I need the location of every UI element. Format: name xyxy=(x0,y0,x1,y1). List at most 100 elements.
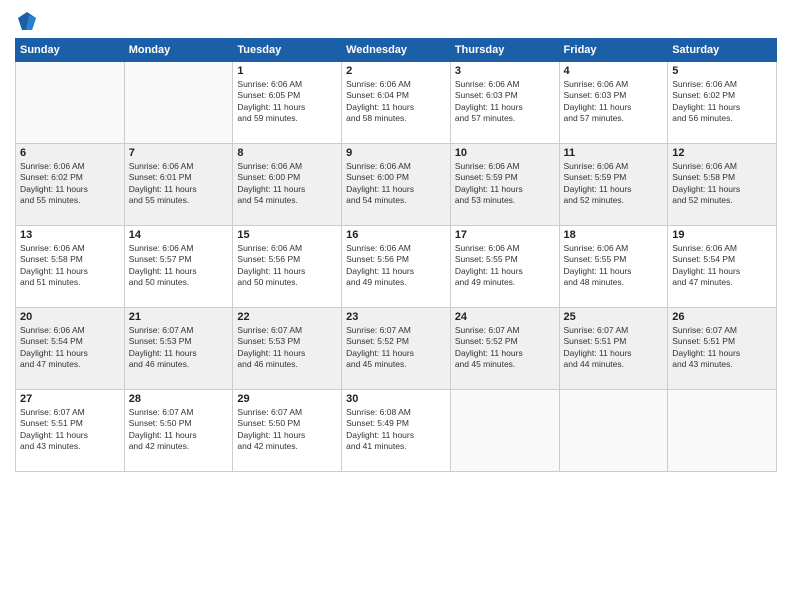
cell-info: Sunrise: 6:07 AMSunset: 5:50 PMDaylight:… xyxy=(129,407,229,453)
logo-icon xyxy=(16,10,38,32)
calendar-cell-3-2: 14 Sunrise: 6:06 AMSunset: 5:57 PMDayligh… xyxy=(124,226,233,308)
cell-info: Sunrise: 6:06 AMSunset: 5:55 PMDaylight:… xyxy=(455,243,555,289)
day-number: 9 xyxy=(346,147,446,159)
day-number: 28 xyxy=(129,393,229,405)
day-number: 24 xyxy=(455,311,555,323)
day-number: 21 xyxy=(129,311,229,323)
calendar-cell-4-5: 24Sunrise: 6:07 AMSunset: 5:52 PMDayligh… xyxy=(450,308,559,390)
logo xyxy=(15,10,38,30)
day-number: 27 xyxy=(20,393,120,405)
calendar-cell-2-6: 11 Sunrise: 6:06 AMSunset: 5:59 PMDayligh… xyxy=(559,144,668,226)
day-number: 5 xyxy=(672,65,772,77)
cell-info: Sunrise: 6:07 AMSunset: 5:52 PMDaylight:… xyxy=(346,325,446,371)
calendar-cell-2-7: 12 Sunrise: 6:06 AMSunset: 5:58 PMDayligh… xyxy=(668,144,777,226)
calendar-cell-1-3: 1Sunrise: 6:06 AMSunset: 6:05 PMDaylight… xyxy=(233,62,342,144)
day-number: 26 xyxy=(672,311,772,323)
cell-info: Sunrise: 6:06 AMSunset: 5:56 PMDaylight:… xyxy=(237,243,337,289)
calendar-cell-2-5: 10 Sunrise: 6:06 AMSunset: 5:59 PMDayligh… xyxy=(450,144,559,226)
calendar-cell-1-5: 3Sunrise: 6:06 AMSunset: 6:03 PMDaylight… xyxy=(450,62,559,144)
calendar-cell-1-4: 2 Sunrise: 6:06 AMSunset: 6:04 PMDaylight… xyxy=(342,62,451,144)
day-number: 8 xyxy=(237,147,337,159)
weekday-header-saturday: Saturday xyxy=(668,39,777,62)
day-number: 11 xyxy=(564,147,664,159)
calendar-cell-3-1: 13Sunrise: 6:06 AMSunset: 5:58 PMDayligh… xyxy=(16,226,125,308)
weekday-header-tuesday: Tuesday xyxy=(233,39,342,62)
calendar-cell-4-3: 22 Sunrise: 6:07 AMSunset: 5:53 PMDayligh… xyxy=(233,308,342,390)
day-number: 4 xyxy=(564,65,664,77)
cell-info: Sunrise: 6:07 AMSunset: 5:51 PMDaylight:… xyxy=(672,325,772,371)
day-number: 22 xyxy=(237,311,337,323)
calendar-cell-5-5 xyxy=(450,390,559,472)
page: SundayMondayTuesdayWednesdayThursdayFrid… xyxy=(0,0,792,612)
cell-info: Sunrise: 6:06 AMSunset: 5:59 PMDaylight:… xyxy=(564,161,664,207)
calendar-cell-3-6: 18Sunrise: 6:06 AMSunset: 5:55 PMDayligh… xyxy=(559,226,668,308)
cell-info: Sunrise: 6:07 AMSunset: 5:51 PMDaylight:… xyxy=(20,407,120,453)
cell-info: Sunrise: 6:06 AMSunset: 6:00 PMDaylight:… xyxy=(346,161,446,207)
cell-info: Sunrise: 6:07 AMSunset: 5:50 PMDaylight:… xyxy=(237,407,337,453)
day-number: 20 xyxy=(20,311,120,323)
calendar-cell-5-2: 28 Sunrise: 6:07 AMSunset: 5:50 PMDayligh… xyxy=(124,390,233,472)
calendar-cell-4-6: 25 Sunrise: 6:07 AMSunset: 5:51 PMDayligh… xyxy=(559,308,668,390)
calendar-cell-2-1: 6 Sunrise: 6:06 AMSunset: 6:02 PMDaylight… xyxy=(16,144,125,226)
calendar-cell-5-3: 29 Sunrise: 6:07 AMSunset: 5:50 PMDayligh… xyxy=(233,390,342,472)
calendar-cell-5-7 xyxy=(668,390,777,472)
weekday-header-wednesday: Wednesday xyxy=(342,39,451,62)
cell-info: Sunrise: 6:06 AMSunset: 5:54 PMDaylight:… xyxy=(672,243,772,289)
cell-info: Sunrise: 6:06 AMSunset: 6:04 PMDaylight:… xyxy=(346,79,446,125)
cell-info: Sunrise: 6:06 AMSunset: 5:56 PMDaylight:… xyxy=(346,243,446,289)
calendar-cell-2-3: 8 Sunrise: 6:06 AMSunset: 6:00 PMDaylight… xyxy=(233,144,342,226)
cell-info: Sunrise: 6:06 AMSunset: 5:54 PMDaylight:… xyxy=(20,325,120,371)
calendar-cell-5-1: 27 Sunrise: 6:07 AMSunset: 5:51 PMDayligh… xyxy=(16,390,125,472)
day-number: 15 xyxy=(237,229,337,241)
calendar-cell-1-1 xyxy=(16,62,125,144)
calendar-week-4: 20 Sunrise: 6:06 AMSunset: 5:54 PMDayligh… xyxy=(16,308,777,390)
day-number: 10 xyxy=(455,147,555,159)
cell-info: Sunrise: 6:07 AMSunset: 5:53 PMDaylight:… xyxy=(237,325,337,371)
cell-info: Sunrise: 6:06 AMSunset: 5:59 PMDaylight:… xyxy=(455,161,555,207)
day-number: 29 xyxy=(237,393,337,405)
weekday-header-monday: Monday xyxy=(124,39,233,62)
cell-info: Sunrise: 6:06 AMSunset: 5:57 PMDaylight:… xyxy=(129,243,229,289)
calendar-cell-4-4: 23Sunrise: 6:07 AMSunset: 5:52 PMDayligh… xyxy=(342,308,451,390)
cell-info: Sunrise: 6:06 AMSunset: 6:05 PMDaylight:… xyxy=(237,79,337,125)
weekday-header-friday: Friday xyxy=(559,39,668,62)
day-number: 16 xyxy=(346,229,446,241)
cell-info: Sunrise: 6:06 AMSunset: 6:01 PMDaylight:… xyxy=(129,161,229,207)
calendar-cell-4-2: 21 Sunrise: 6:07 AMSunset: 5:53 PMDayligh… xyxy=(124,308,233,390)
cell-info: Sunrise: 6:07 AMSunset: 5:51 PMDaylight:… xyxy=(564,325,664,371)
calendar-week-1: 1Sunrise: 6:06 AMSunset: 6:05 PMDaylight… xyxy=(16,62,777,144)
day-number: 18 xyxy=(564,229,664,241)
calendar-table: SundayMondayTuesdayWednesdayThursdayFrid… xyxy=(15,38,777,472)
calendar-week-5: 27 Sunrise: 6:07 AMSunset: 5:51 PMDayligh… xyxy=(16,390,777,472)
calendar-cell-2-2: 7 Sunrise: 6:06 AMSunset: 6:01 PMDaylight… xyxy=(124,144,233,226)
day-number: 7 xyxy=(129,147,229,159)
day-number: 25 xyxy=(564,311,664,323)
calendar-cell-5-6 xyxy=(559,390,668,472)
day-number: 6 xyxy=(20,147,120,159)
day-number: 2 xyxy=(346,65,446,77)
cell-info: Sunrise: 6:06 AMSunset: 6:02 PMDaylight:… xyxy=(20,161,120,207)
cell-info: Sunrise: 6:07 AMSunset: 5:53 PMDaylight:… xyxy=(129,325,229,371)
day-number: 12 xyxy=(672,147,772,159)
calendar-cell-1-6: 4 Sunrise: 6:06 AMSunset: 6:03 PMDaylight… xyxy=(559,62,668,144)
day-number: 17 xyxy=(455,229,555,241)
calendar-week-3: 13Sunrise: 6:06 AMSunset: 5:58 PMDayligh… xyxy=(16,226,777,308)
weekday-header-sunday: Sunday xyxy=(16,39,125,62)
cell-info: Sunrise: 6:06 AMSunset: 5:58 PMDaylight:… xyxy=(20,243,120,289)
header xyxy=(15,10,777,30)
calendar-week-2: 6 Sunrise: 6:06 AMSunset: 6:02 PMDaylight… xyxy=(16,144,777,226)
weekday-header-row: SundayMondayTuesdayWednesdayThursdayFrid… xyxy=(16,39,777,62)
cell-info: Sunrise: 6:06 AMSunset: 6:03 PMDaylight:… xyxy=(564,79,664,125)
calendar-cell-4-1: 20 Sunrise: 6:06 AMSunset: 5:54 PMDayligh… xyxy=(16,308,125,390)
cell-info: Sunrise: 6:06 AMSunset: 5:58 PMDaylight:… xyxy=(672,161,772,207)
day-number: 19 xyxy=(672,229,772,241)
cell-info: Sunrise: 6:06 AMSunset: 6:02 PMDaylight:… xyxy=(672,79,772,125)
weekday-header-thursday: Thursday xyxy=(450,39,559,62)
calendar-cell-2-4: 9 Sunrise: 6:06 AMSunset: 6:00 PMDaylight… xyxy=(342,144,451,226)
cell-info: Sunrise: 6:06 AMSunset: 6:00 PMDaylight:… xyxy=(237,161,337,207)
cell-info: Sunrise: 6:08 AMSunset: 5:49 PMDaylight:… xyxy=(346,407,446,453)
calendar-cell-3-5: 17 Sunrise: 6:06 AMSunset: 5:55 PMDayligh… xyxy=(450,226,559,308)
calendar-cell-4-7: 26 Sunrise: 6:07 AMSunset: 5:51 PMDayligh… xyxy=(668,308,777,390)
day-number: 14 xyxy=(129,229,229,241)
calendar-cell-5-4: 30Sunrise: 6:08 AMSunset: 5:49 PMDayligh… xyxy=(342,390,451,472)
